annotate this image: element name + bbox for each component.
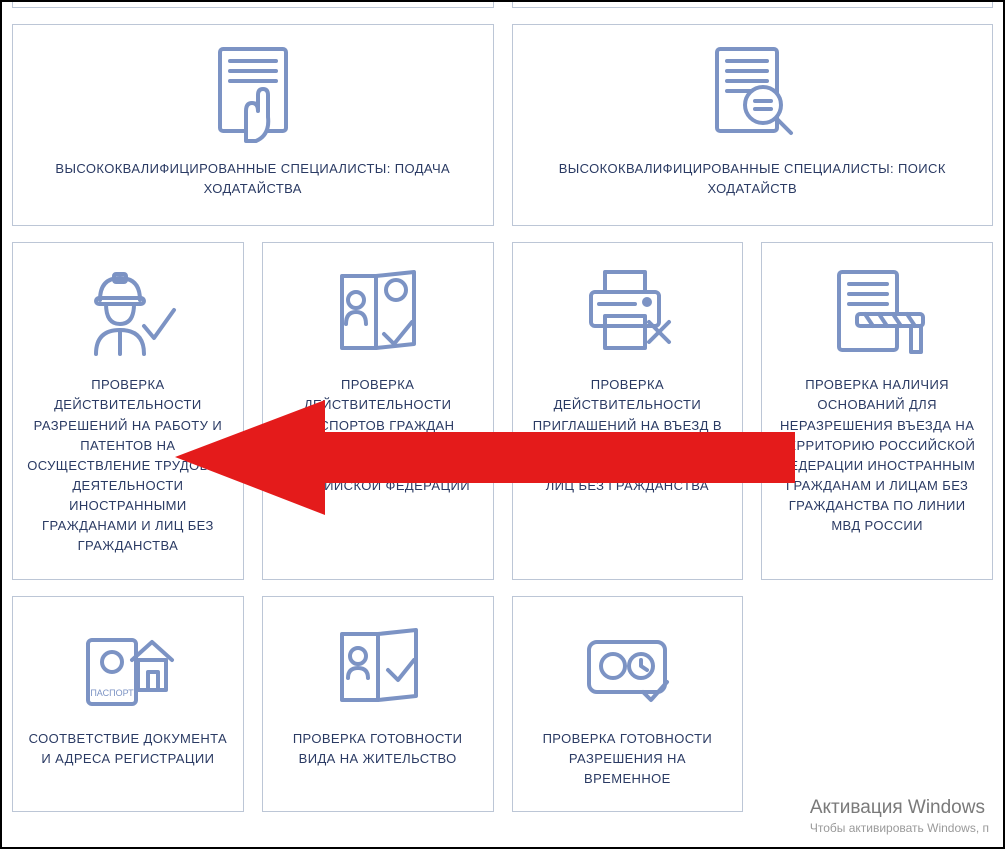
card-residence-permit-status[interactable]: ПРОВЕРКА ГОТОВНОСТИ ВИДА НА ЖИТЕЛЬСТВО	[262, 596, 494, 812]
card-label: ПРОВЕРКА ДЕЙСТВИТЕЛЬНОСТИ ПРИГЛАШЕНИЙ НА…	[525, 375, 731, 496]
printer-cross-icon	[577, 261, 677, 361]
document-barrier-icon	[827, 261, 927, 361]
card-label: ПРОВЕРКА ДЕЙСТВИТЕЛЬНОСТИ ПАСПОРТОВ ГРАЖ…	[275, 375, 481, 496]
card-search-petition[interactable]: ВЫСОКОКВАЛИФИЦИРОВАННЫЕ СПЕЦИАЛИСТЫ: ПОИ…	[512, 24, 994, 226]
card-label: ПРОВЕРКА ГОТОВНОСТИ РАЗРЕШЕНИЯ НА ВРЕМЕН…	[525, 729, 731, 789]
watermark-subtitle: Чтобы активировать Windows, п	[810, 821, 989, 835]
card-doc-address-match[interactable]: ПАСПОРТ СООТВЕТСТВИЕ ДОКУМЕНТА И АДРЕСА …	[12, 596, 244, 812]
card-label: ВЫСОКОКВАЛИФИЦИРОВАННЫЕ СПЕЦИАЛИСТЫ: ПОД…	[33, 159, 473, 199]
card-clock-check-icon	[577, 615, 677, 715]
passport-check-icon	[328, 261, 428, 361]
document-magnifier-icon	[707, 45, 797, 145]
stub-card	[12, 0, 494, 8]
document-hand-icon	[208, 45, 298, 145]
card-submit-petition[interactable]: ВЫСОКОКВАЛИФИЦИРОВАННЫЕ СПЕЦИАЛИСТЫ: ПОД…	[12, 24, 494, 226]
card-temp-permit-status[interactable]: ПРОВЕРКА ГОТОВНОСТИ РАЗРЕШЕНИЯ НА ВРЕМЕН…	[512, 596, 744, 812]
card-check-passport-abroad[interactable]: ПРОВЕРКА ДЕЙСТВИТЕЛЬНОСТИ ПАСПОРТОВ ГРАЖ…	[262, 242, 494, 579]
card-label: СООТВЕТСТВИЕ ДОКУМЕНТА И АДРЕСА РЕГИСТРА…	[25, 729, 231, 769]
open-passport-icon	[328, 615, 428, 715]
card-check-work-permit[interactable]: ПРОВЕРКА ДЕЙСТВИТЕЛЬНОСТИ РАЗРЕШЕНИЙ НА …	[12, 242, 244, 579]
partial-row-top	[12, 0, 993, 8]
card-label: ПРОВЕРКА НАЛИЧИЯ ОСНОВАНИЙ ДЛЯ НЕРАЗРЕШЕ…	[774, 375, 980, 536]
svg-text:ПАСПОРТ: ПАСПОРТ	[90, 688, 134, 698]
card-check-entry-ban[interactable]: ПРОВЕРКА НАЛИЧИЯ ОСНОВАНИЙ ДЛЯ НЕРАЗРЕШЕ…	[761, 242, 993, 579]
passport-house-icon: ПАСПОРТ	[78, 615, 178, 715]
worker-check-icon	[78, 261, 178, 361]
card-label: ПРОВЕРКА ДЕЙСТВИТЕЛЬНОСТИ РАЗРЕШЕНИЙ НА …	[25, 375, 231, 556]
stub-card	[512, 0, 994, 8]
card-check-invitation[interactable]: ПРОВЕРКА ДЕЙСТВИТЕЛЬНОСТИ ПРИГЛАШЕНИЙ НА…	[512, 242, 744, 579]
card-label: ПРОВЕРКА ГОТОВНОСТИ ВИДА НА ЖИТЕЛЬСТВО	[275, 729, 481, 769]
card-label: ВЫСОКОКВАЛИФИЦИРОВАННЫЕ СПЕЦИАЛИСТЫ: ПОИ…	[533, 159, 973, 199]
